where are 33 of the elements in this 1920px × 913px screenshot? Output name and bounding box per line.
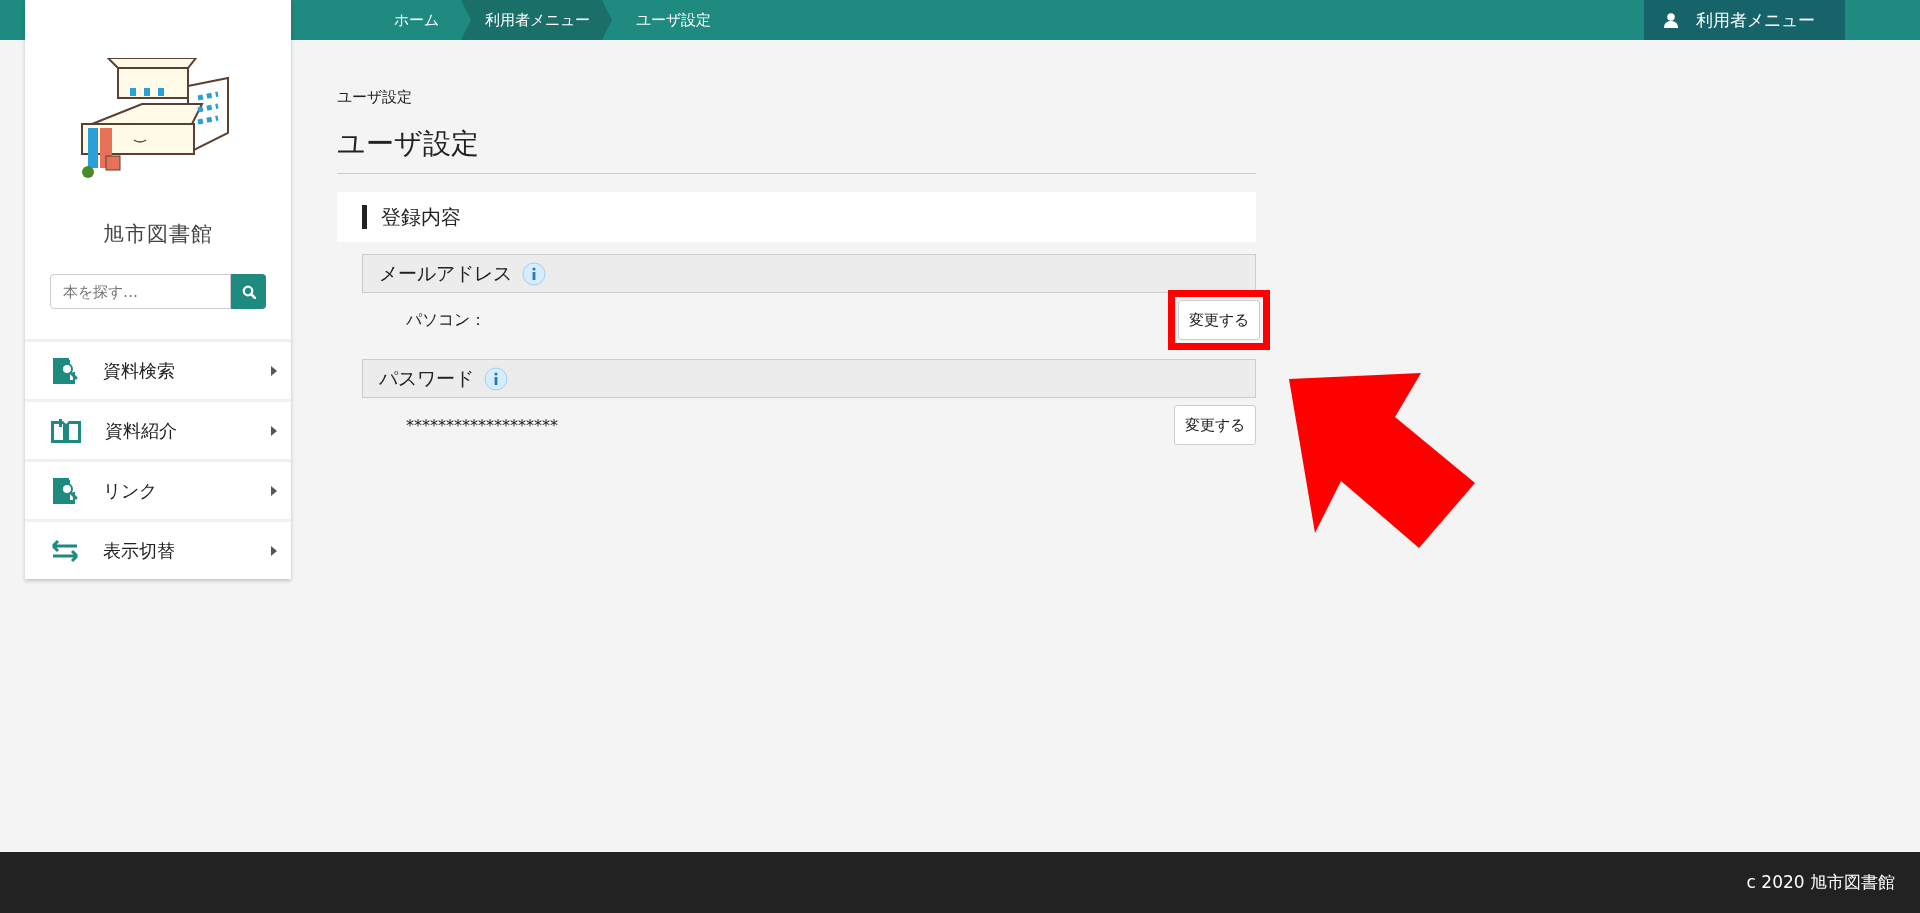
sidebar-menu-item[interactable]: 資料紹介 — [25, 399, 291, 459]
breadcrumb-link[interactable]: ホーム — [370, 0, 461, 40]
change-button[interactable]: 変更する — [1174, 405, 1256, 445]
info-icon[interactable] — [484, 366, 508, 391]
book-search-field[interactable]: 本を探す… — [50, 274, 231, 309]
sidebar-menu-item[interactable]: 表示切替 — [25, 519, 291, 579]
book-search-icon — [50, 355, 80, 386]
breadcrumb-link[interactable]: ユーザ設定 — [612, 0, 733, 40]
section-title: 登録内容 — [362, 205, 461, 229]
caret-icon — [271, 365, 277, 376]
breadcrumb-link[interactable]: 利用者メニュー — [461, 0, 612, 40]
info-icon[interactable] — [522, 261, 546, 286]
caret-icon — [271, 425, 277, 436]
swap-arrows-icon — [50, 538, 80, 563]
field-value: ******************* — [406, 415, 558, 435]
sidebar-menu-item[interactable]: リンク — [25, 459, 291, 519]
open-book-icon — [50, 417, 82, 444]
search-button[interactable] — [231, 274, 266, 309]
group-title: パスワード — [379, 365, 474, 391]
sidebar-menu-item[interactable]: 資料検索 — [25, 339, 291, 399]
field-value: パソコン： — [406, 309, 486, 331]
page-title: ユーザ設定 — [337, 125, 1256, 174]
user-icon — [1664, 12, 1678, 28]
user-menu-button[interactable]: 利用者メニュー — [1644, 0, 1845, 40]
caret-icon — [271, 485, 277, 496]
caret-icon — [271, 545, 277, 556]
copyright-text: c 2020 旭市図書館 — [1746, 871, 1895, 894]
search-icon — [241, 284, 256, 299]
group-title: メールアドレス — [379, 260, 512, 286]
change-button[interactable]: 変更する — [1178, 300, 1260, 340]
library-name: 旭市図書館 — [102, 221, 214, 248]
page-breadcrumb-title: ユーザ設定 — [337, 88, 413, 107]
book-search-icon — [50, 475, 80, 506]
